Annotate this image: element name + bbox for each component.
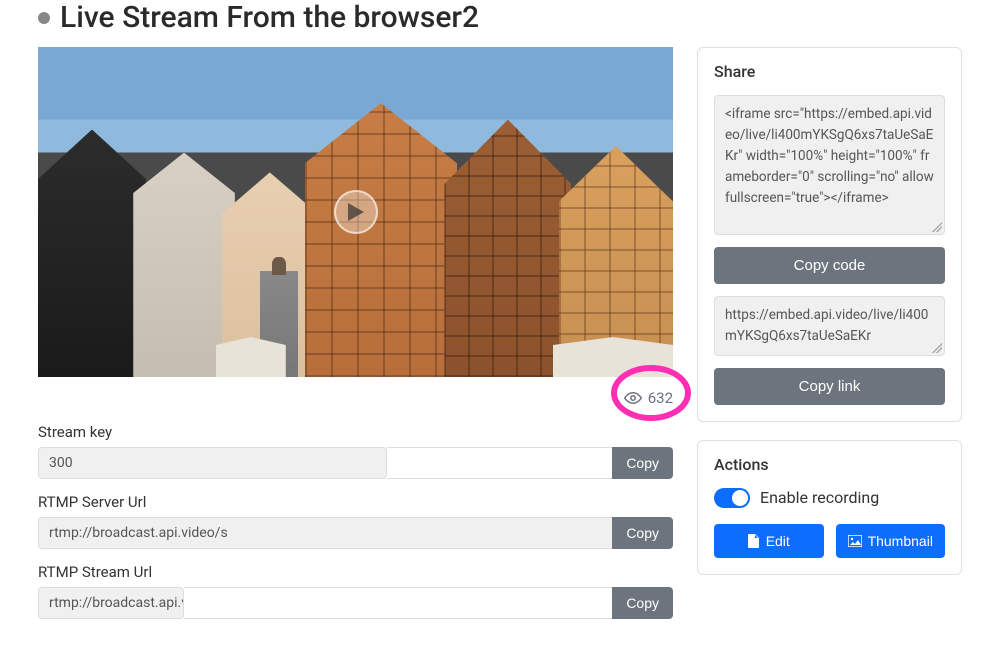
image-icon — [848, 535, 862, 547]
page-title: Live Stream From the browser2 — [60, 0, 479, 35]
rtmp-stream-url-label: RTMP Stream Url — [38, 563, 673, 581]
share-panel: Share <iframe src="https://embed.api.vid… — [697, 47, 962, 422]
view-count: 632 — [648, 389, 673, 407]
stream-key-spacer — [387, 447, 612, 479]
play-icon — [348, 203, 364, 221]
share-link-textarea[interactable]: https://embed.api.video/live/li400mYKSgQ… — [714, 296, 945, 356]
rtmp-server-url-label: RTMP Server Url — [38, 493, 673, 511]
play-button[interactable] — [334, 190, 378, 234]
rtmp-stream-url-spacer — [184, 587, 612, 619]
copy-link-button[interactable]: Copy link — [714, 368, 945, 405]
video-preview[interactable] — [38, 47, 673, 377]
resize-handle-icon[interactable] — [932, 343, 942, 353]
rtmp-stream-url-input[interactable]: rtmp://broadcast.api.v — [38, 587, 184, 619]
stream-key-label: Stream key — [38, 423, 673, 441]
copy-rtmp-server-url-button[interactable]: Copy — [612, 517, 673, 549]
enable-recording-label: Enable recording — [760, 488, 879, 507]
file-icon — [748, 534, 760, 548]
rtmp-server-url-input[interactable]: rtmp://broadcast.api.video/s — [38, 517, 612, 549]
copy-code-button[interactable]: Copy code — [714, 247, 945, 284]
status-dot-icon — [38, 12, 50, 24]
actions-panel: Actions Enable recording Edit Thumbnail — [697, 440, 962, 575]
share-heading: Share — [714, 62, 945, 81]
iframe-code-textarea[interactable]: <iframe src="https://embed.api.video/liv… — [714, 95, 945, 235]
views-row: 632 — [38, 377, 673, 419]
title-row: Live Stream From the browser2 — [38, 0, 962, 35]
enable-recording-toggle[interactable] — [714, 488, 750, 508]
edit-button[interactable]: Edit — [714, 524, 824, 558]
copy-rtmp-stream-url-button[interactable]: Copy — [612, 587, 673, 619]
resize-handle-icon[interactable] — [932, 222, 942, 232]
copy-stream-key-button[interactable]: Copy — [612, 447, 673, 479]
thumbnail-button[interactable]: Thumbnail — [836, 524, 946, 558]
eye-icon — [624, 389, 642, 407]
actions-heading: Actions — [714, 455, 945, 474]
stream-key-input[interactable]: 300 — [38, 447, 387, 479]
